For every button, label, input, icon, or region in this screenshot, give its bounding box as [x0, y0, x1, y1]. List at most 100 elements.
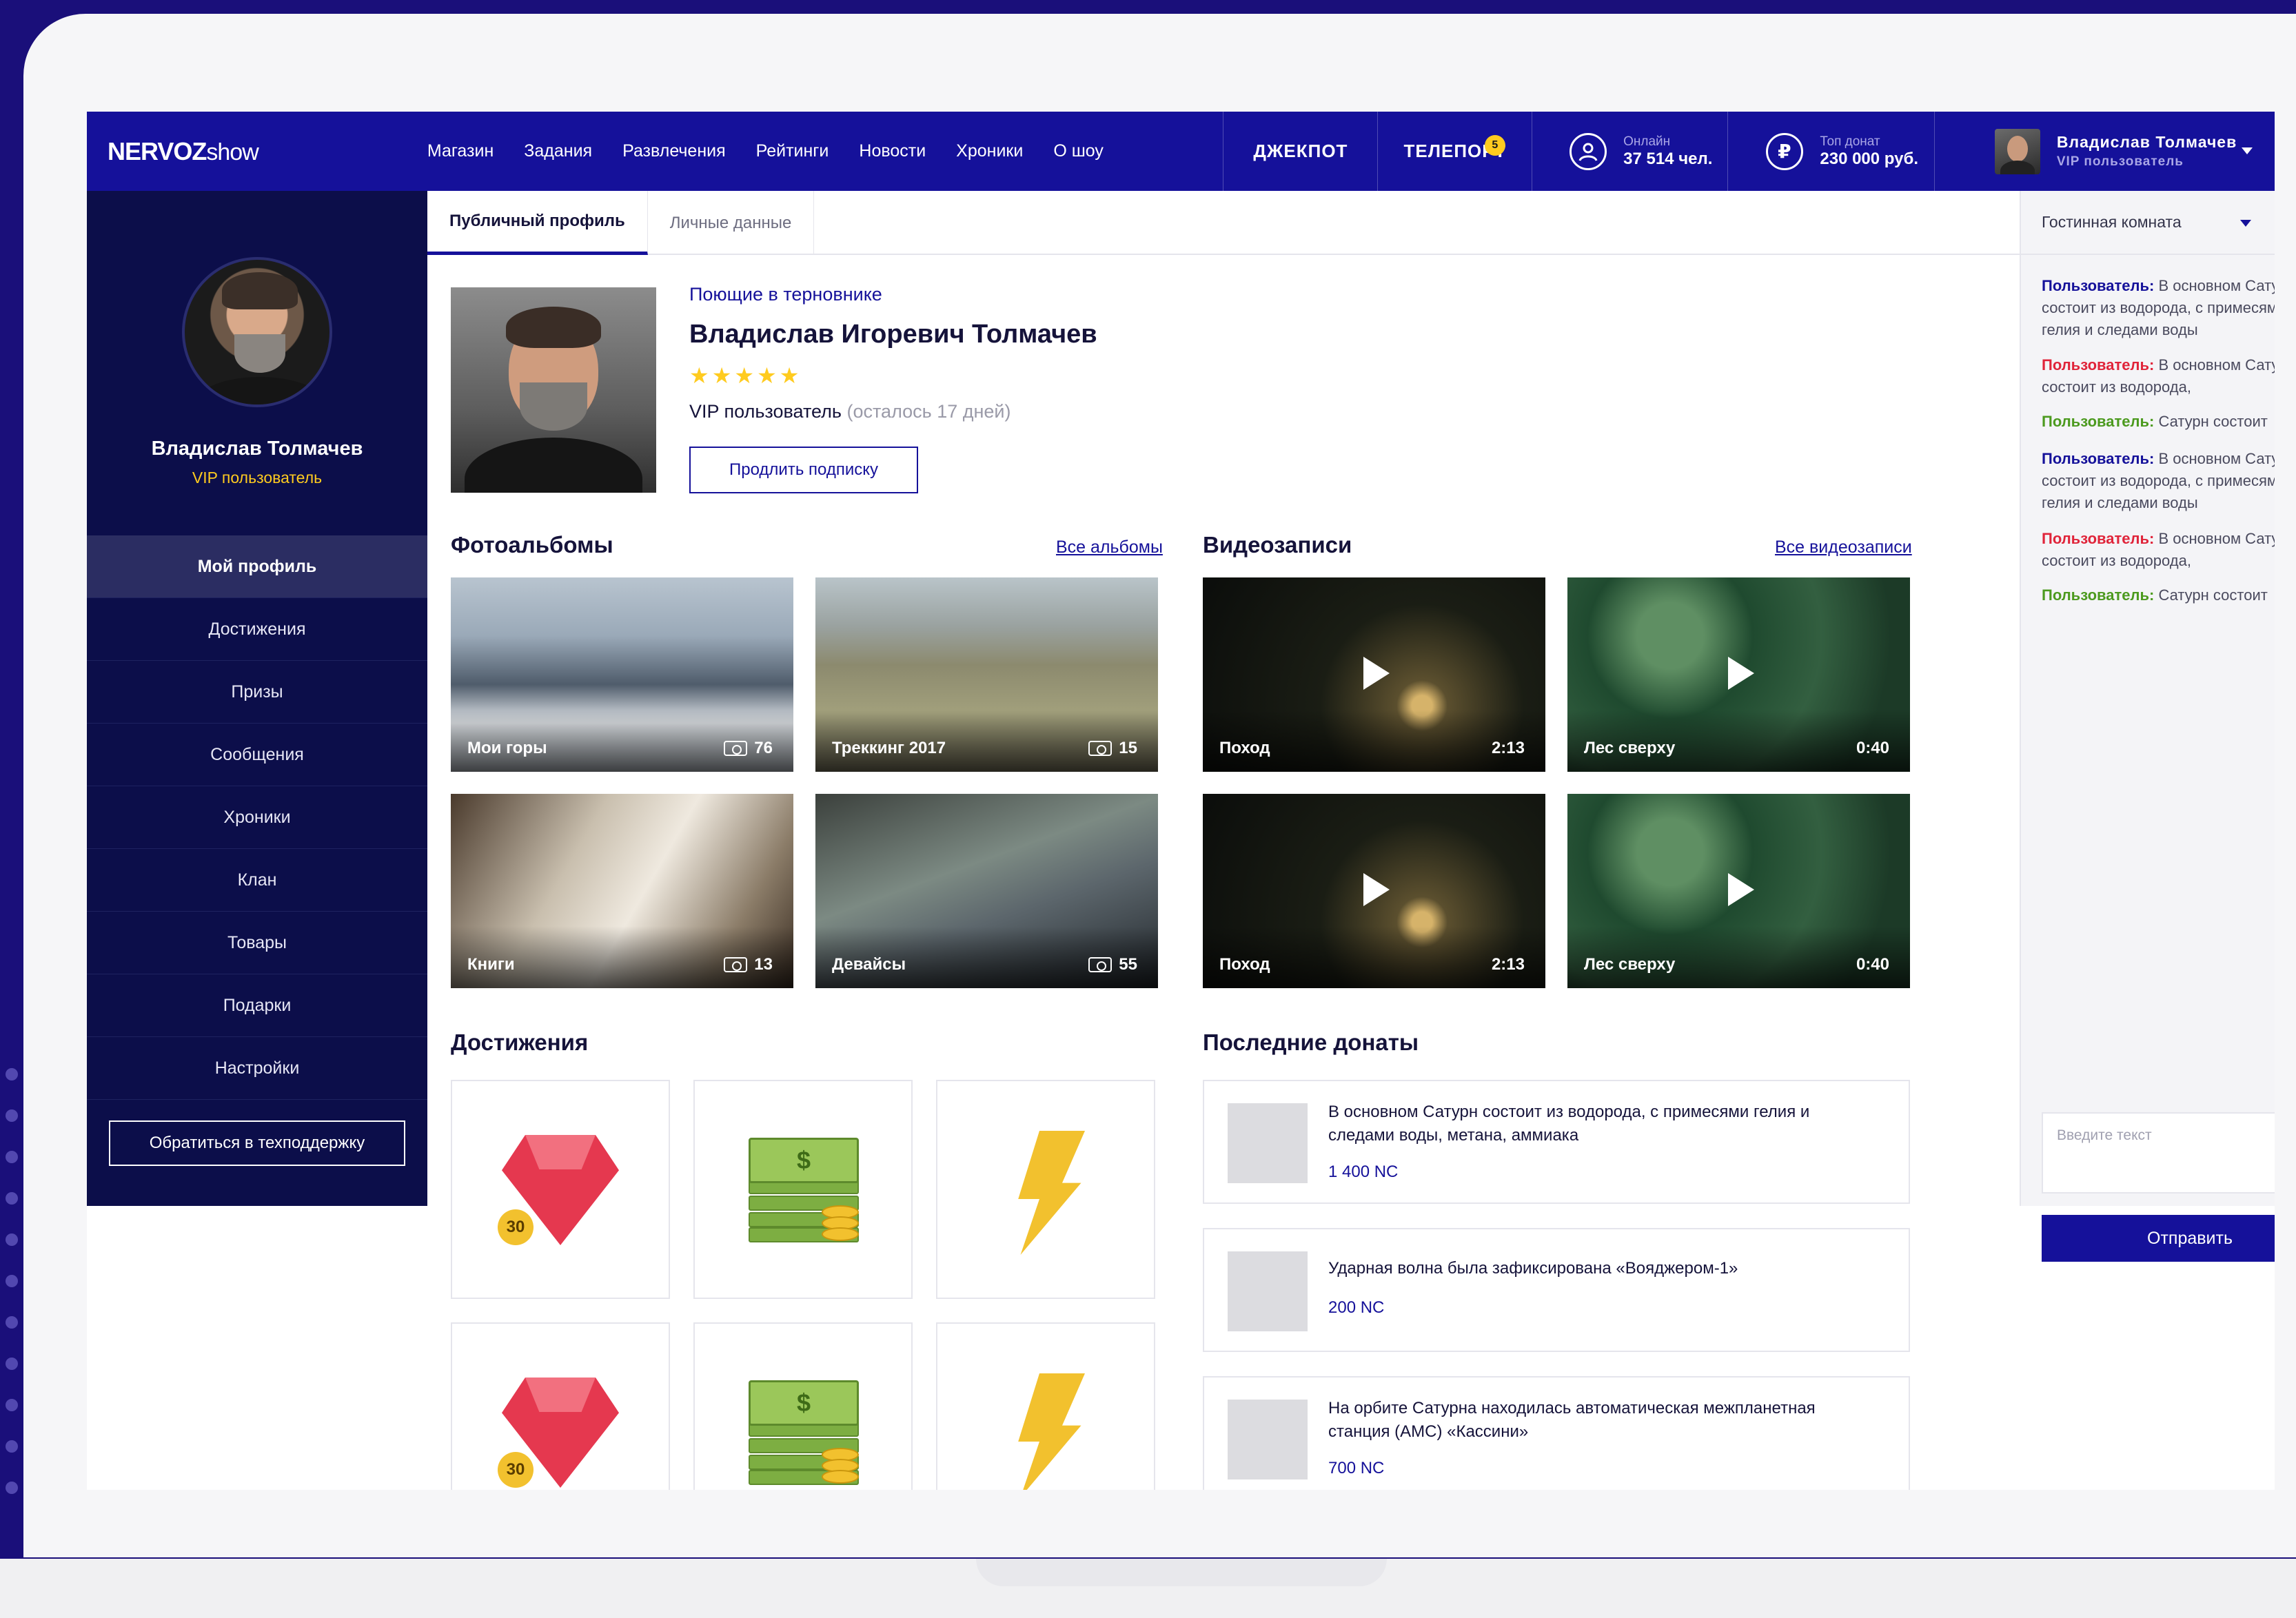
send-button[interactable]: Отправить — [2042, 1215, 2275, 1262]
video-label: Поход — [1219, 739, 1270, 757]
gem-value: 30 — [498, 1452, 534, 1488]
money-icon: $ — [749, 1138, 859, 1242]
album-tile[interactable]: Треккинг 2017 15 — [815, 577, 1158, 772]
lightning-icon — [1018, 1131, 1085, 1255]
chat-user[interactable]: Пользователь: — [2042, 530, 2154, 547]
nav-item-about[interactable]: О шоу — [1053, 141, 1104, 161]
video-label: Поход — [1219, 955, 1270, 974]
tab-public-profile[interactable]: Публичный профиль — [427, 191, 648, 255]
chat-room-name: Гостинная комната — [2042, 213, 2182, 231]
logo-main: NERVOZ — [108, 136, 207, 165]
video-duration: 2:13 — [1491, 739, 1525, 757]
teleport-button[interactable]: ТЕЛЕПОРТ 5 — [1377, 112, 1532, 191]
laptop-notch — [976, 1559, 1387, 1586]
video-duration: 0:40 — [1856, 739, 1889, 757]
vip-status: VIP пользователь (осталось 17 дней) — [689, 401, 1011, 422]
renew-subscription-button[interactable]: Продлить подписку — [689, 447, 918, 493]
achievement-card[interactable]: 30 — [451, 1322, 670, 1490]
chat-input[interactable]: Введите текст — [2042, 1112, 2275, 1194]
nav-item-chronicles[interactable]: Хроники — [956, 141, 1023, 161]
all-albums-link[interactable]: Все альбомы — [1056, 537, 1163, 557]
play-icon — [1727, 657, 1754, 690]
profile-tabs: Публичный профиль Личные данные — [427, 191, 2020, 255]
donations-title: Последние донаты — [1203, 1030, 1419, 1055]
sidebar-item-my-profile[interactable]: Мой профиль — [87, 535, 427, 598]
video-duration: 0:40 — [1856, 955, 1889, 974]
chat-message: Пользователь: Сатурн состоит — [2042, 411, 2275, 433]
rating-stars: ★★★★★ — [689, 363, 802, 388]
nav-item-tasks[interactable]: Задания — [524, 141, 592, 161]
sidebar-item-gifts[interactable]: Подарки — [87, 974, 427, 1037]
album-count: 15 — [1119, 739, 1137, 757]
donation-text: Ударная волна была зафиксирована «Воядже… — [1328, 1259, 1738, 1278]
donation-amount: 700 NC — [1328, 1459, 1385, 1477]
online-value: 37 514 чел. — [1623, 149, 1713, 168]
album-label: Девайсы — [832, 955, 906, 974]
sidebar-item-settings[interactable]: Настройки — [87, 1037, 427, 1100]
camera-icon — [724, 741, 748, 756]
achievement-card[interactable]: 30 — [451, 1080, 670, 1299]
achievement-card[interactable] — [936, 1322, 1155, 1490]
sidebar-item-chronicles[interactable]: Хроники — [87, 786, 427, 849]
donat-value: 230 000 руб. — [1820, 149, 1918, 168]
sidebar-item-messages[interactable]: Сообщения — [87, 724, 427, 786]
top-navigation-bar: NERVOZshow Магазин Задания Развлечения Р… — [87, 112, 2275, 191]
video-tile[interactable]: Поход 2:13 — [1203, 794, 1545, 988]
all-videos-link[interactable]: Все видеозаписи — [1775, 537, 1912, 557]
nav-item-entertainment[interactable]: Развлечения — [622, 141, 726, 161]
jackpot-button[interactable]: ДЖЕКПОТ — [1223, 112, 1377, 191]
chat-message: Пользователь: В основном Сатурн состоит … — [2042, 528, 2275, 572]
video-tile[interactable]: Поход 2:13 — [1203, 577, 1545, 772]
chat-user[interactable]: Пользователь: — [2042, 450, 2154, 467]
video-label: Лес сверху — [1584, 955, 1676, 974]
album-label: Книги — [467, 955, 515, 974]
achievement-card[interactable] — [936, 1080, 1155, 1299]
play-icon — [1363, 657, 1390, 690]
video-tile[interactable]: Лес сверху 0:40 — [1567, 577, 1910, 772]
avatar — [1994, 128, 2040, 174]
donation-thumbnail — [1228, 1400, 1308, 1479]
money-symbol: $ — [749, 1380, 859, 1426]
achievement-card[interactable]: $ — [693, 1080, 913, 1299]
chat-user[interactable]: Пользователь: — [2042, 277, 2154, 294]
album-tile[interactable]: Книги 13 — [451, 794, 793, 988]
support-button[interactable]: Обратиться в техподдержку — [109, 1120, 405, 1166]
chat-user[interactable]: Пользователь: — [2042, 356, 2154, 373]
donation-thumbnail — [1228, 1251, 1308, 1331]
sidebar-item-clan[interactable]: Клан — [87, 849, 427, 912]
chat-user[interactable]: Пользователь: — [2042, 413, 2154, 430]
play-icon — [1363, 873, 1390, 906]
donation-amount: 200 NC — [1328, 1298, 1385, 1317]
videos-title: Видеозаписи — [1203, 532, 1352, 557]
donation-amount: 1 400 NC — [1328, 1163, 1399, 1181]
site-logo[interactable]: NERVOZshow — [87, 137, 427, 166]
profile-avatar — [182, 257, 332, 407]
sidebar-item-prizes[interactable]: Призы — [87, 661, 427, 724]
nav-item-ratings[interactable]: Рейтинги — [756, 141, 829, 161]
album-tile[interactable]: Мои горы 76 — [451, 577, 793, 772]
user-menu[interactable]: Владислав Толмачев VIP пользователь — [1934, 112, 2275, 191]
chat-user[interactable]: Пользователь: — [2042, 586, 2154, 604]
donation-thumbnail — [1228, 1103, 1308, 1183]
sidebar-item-achievements[interactable]: Достижения — [87, 598, 427, 661]
achievement-card[interactable]: $ — [693, 1322, 913, 1490]
main-nav: Магазин Задания Развлечения Рейтинги Нов… — [427, 141, 1223, 161]
camera-icon — [724, 957, 748, 972]
tab-personal-data[interactable]: Личные данные — [648, 191, 815, 255]
chat-room-selector[interactable]: Гостинная комната — [2021, 191, 2275, 255]
profile-full-name: Владислав Игоревич Толмачев — [689, 320, 1097, 349]
donation-card: На орбите Сатурна находилась автоматичес… — [1203, 1376, 1910, 1490]
video-tile[interactable]: Лес сверху 0:40 — [1567, 794, 1910, 988]
video-label: Лес сверху — [1584, 739, 1676, 757]
profile-photo — [451, 287, 656, 493]
chat-text: Сатурн состоит — [2158, 413, 2268, 430]
album-tile[interactable]: Девайсы 55 — [815, 794, 1158, 988]
nav-item-shop[interactable]: Магазин — [427, 141, 494, 161]
top-donation: ₽ Топ донат 230 000 руб. — [1727, 112, 1934, 191]
chat-message: Пользователь: Сатурн состоит — [2042, 584, 2275, 606]
donation-text: На орбите Сатурна находилась автоматичес… — [1328, 1399, 1816, 1441]
nav-item-news[interactable]: Новости — [859, 141, 926, 161]
donation-text: В основном Сатурн состоит из водорода, с… — [1328, 1103, 1810, 1145]
chat-text: Сатурн состоит — [2158, 586, 2268, 604]
sidebar-item-goods[interactable]: Товары — [87, 912, 427, 974]
